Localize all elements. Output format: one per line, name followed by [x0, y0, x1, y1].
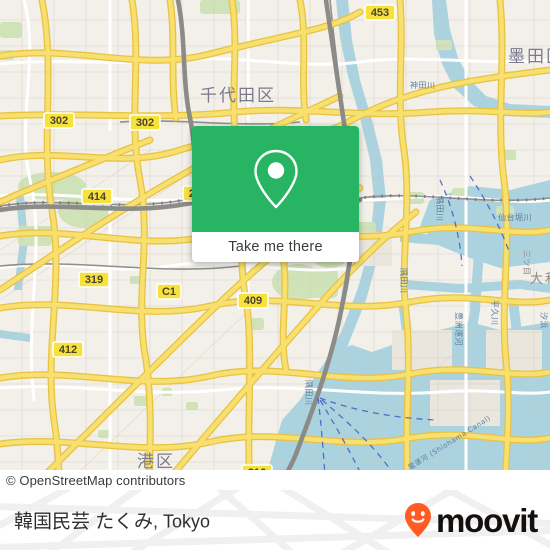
footer-bar: 韓国民芸 たくみ, Tokyo moovit [0, 490, 550, 550]
road-shield-label: 409 [244, 295, 262, 307]
take-me-there-label: Take me there [228, 239, 323, 255]
map-text-label: 豊洲運河 [454, 312, 464, 346]
map-text-label: 隅田川 [304, 380, 313, 406]
road-shield-label: 412 [59, 344, 77, 356]
map-text-label: 墨田区 [508, 47, 550, 67]
map-text-label: 仙台堀川 [498, 212, 532, 222]
road-shield-label: 319 [85, 274, 103, 286]
moovit-wordmark: moovit [436, 501, 538, 539]
road-shield-label: C1 [162, 286, 176, 298]
map-attribution: © OpenStreetMap contributors [0, 470, 550, 490]
map-text-label: 隅田川 [435, 196, 444, 222]
card-pin-area [192, 126, 359, 232]
place-title-jp: 韓国民芸 たくみ [14, 511, 154, 533]
road-shield: 319 [78, 271, 110, 288]
road-shield: C1 [156, 283, 182, 300]
attribution-text: © OpenStreetMap contributors [6, 472, 186, 488]
map-text-label: 神田川 [410, 80, 436, 90]
map-text-label: 隅田川 [399, 268, 408, 294]
map-pin-icon [253, 149, 298, 209]
moovit-brand[interactable]: moovit [403, 501, 538, 539]
road-shield-label: 302 [50, 115, 68, 127]
road-shield-label: 453 [371, 7, 389, 19]
road-shield: 412 [52, 341, 84, 358]
road-shield: 302 [129, 114, 161, 131]
map-text-label: 汐浜 [539, 312, 549, 329]
road-shield-label: 302 [136, 117, 154, 129]
take-me-there-button[interactable]: Take me there [192, 232, 359, 262]
place-title-city: , Tokyo [153, 511, 211, 532]
map-text-label: 港区 [137, 452, 175, 472]
road-shield: 302 [43, 112, 75, 129]
map-text-label: 千代田区 [200, 86, 276, 106]
map-text-label: 平久川 [490, 300, 500, 326]
road-shield: 409 [237, 292, 269, 309]
moovit-smiley-pin-icon [405, 503, 432, 537]
map-text-label: 大利 [530, 272, 550, 287]
road-shield: 414 [81, 188, 113, 205]
road-shield: 453 [364, 4, 396, 21]
take-me-there-card[interactable]: Take me there [192, 126, 359, 262]
place-title: 韓国民芸 たくみ, Tokyo [14, 507, 210, 534]
road-shield-label: 414 [88, 191, 107, 203]
screenshot-root: 千代田区墨田区港区神田川隅田川隅田川隅田川仙台堀川平久川豊洲運河電運河 (Shi… [0, 0, 550, 550]
